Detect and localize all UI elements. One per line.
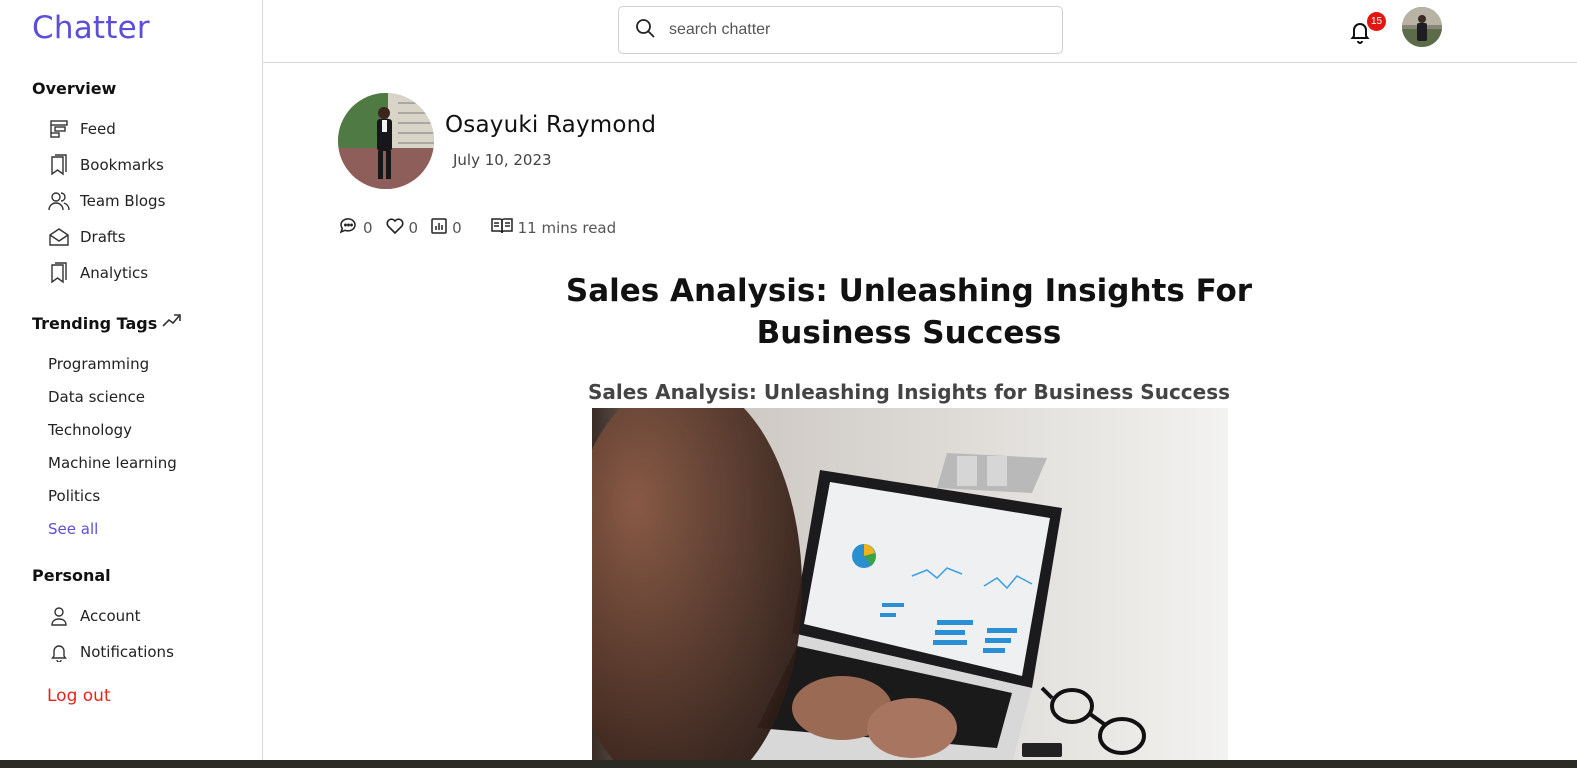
search-icon — [635, 18, 655, 42]
bar-chart-icon — [430, 217, 452, 239]
views-stat: 0 — [430, 217, 462, 239]
likes-count: 0 — [408, 219, 419, 237]
sidebar-item-label: Account — [80, 607, 141, 625]
trending-tags-title: Trending Tags — [32, 314, 158, 333]
sidebar-item-label: Team Blogs — [80, 192, 166, 210]
views-count: 0 — [452, 219, 462, 237]
analytics-icon — [48, 262, 70, 284]
sidebar-item-label: Analytics — [80, 264, 149, 282]
tag-machine-learning[interactable]: Machine learning — [48, 454, 177, 472]
post-date: July 10, 2023 — [453, 151, 552, 169]
sidebar-item-drafts[interactable]: Drafts — [48, 224, 126, 250]
read-time: 11 mins read — [517, 219, 617, 237]
comments-stat[interactable]: 0 — [339, 217, 373, 239]
sidebar-item-account[interactable]: Account — [48, 603, 141, 629]
search-input[interactable] — [669, 21, 1029, 39]
sidebar-item-label: Drafts — [80, 228, 126, 246]
sidebar-item-label: Notifications — [80, 643, 174, 661]
sidebar: Chatter Overview Feed Bookmarks Team Blo… — [0, 0, 263, 768]
user-avatar[interactable] — [1402, 7, 1442, 47]
post-title: Sales Analysis: Unleashing Insights For … — [565, 273, 1253, 351]
user-icon — [48, 605, 70, 627]
tag-data-science[interactable]: Data science — [48, 388, 145, 406]
tag-programming[interactable]: Programming — [48, 355, 149, 373]
team-icon — [48, 190, 70, 212]
trending-up-icon — [162, 312, 182, 332]
sidebar-item-notifications[interactable]: Notifications — [48, 639, 174, 665]
tag-technology[interactable]: Technology — [48, 421, 132, 439]
post-stats: 0 0 0 11 mins read — [339, 217, 628, 239]
sidebar-item-feed[interactable]: Feed — [48, 116, 116, 142]
bottom-edge — [0, 760, 1577, 768]
read-time-stat: 11 mins read — [490, 217, 617, 239]
brand-logo[interactable]: Chatter — [32, 10, 150, 46]
sidebar-item-label: Feed — [80, 120, 116, 138]
likes-stat[interactable]: 0 — [385, 217, 419, 239]
author-name[interactable]: Osayuki Raymond — [445, 112, 656, 138]
comments-count: 0 — [363, 219, 373, 237]
see-all-link[interactable]: See all — [48, 520, 98, 538]
overview-title: Overview — [32, 79, 117, 98]
bookmark-icon — [48, 154, 70, 176]
comment-icon — [339, 217, 363, 239]
book-icon — [490, 217, 518, 239]
author-avatar[interactable] — [338, 93, 434, 189]
tag-politics[interactable]: Politics — [48, 487, 100, 505]
drafts-icon — [48, 226, 70, 248]
notification-count-badge: 15 — [1367, 12, 1386, 31]
topbar: 15 — [263, 0, 1577, 63]
search-bar[interactable] — [618, 6, 1063, 54]
sidebar-item-label: Bookmarks — [80, 156, 164, 174]
feed-icon — [48, 118, 70, 140]
sidebar-item-team-blogs[interactable]: Team Blogs — [48, 188, 165, 214]
heart-icon — [385, 217, 409, 239]
logout-button[interactable]: Log out — [47, 686, 111, 706]
sidebar-item-bookmarks[interactable]: Bookmarks — [48, 152, 164, 178]
sidebar-item-analytics[interactable]: Analytics — [48, 260, 148, 286]
post-subtitle: Sales Analysis: Unleashing Insights for … — [587, 380, 1231, 404]
personal-title: Personal — [32, 566, 111, 585]
bell-icon — [48, 641, 70, 663]
post-cover-image — [592, 408, 1228, 764]
